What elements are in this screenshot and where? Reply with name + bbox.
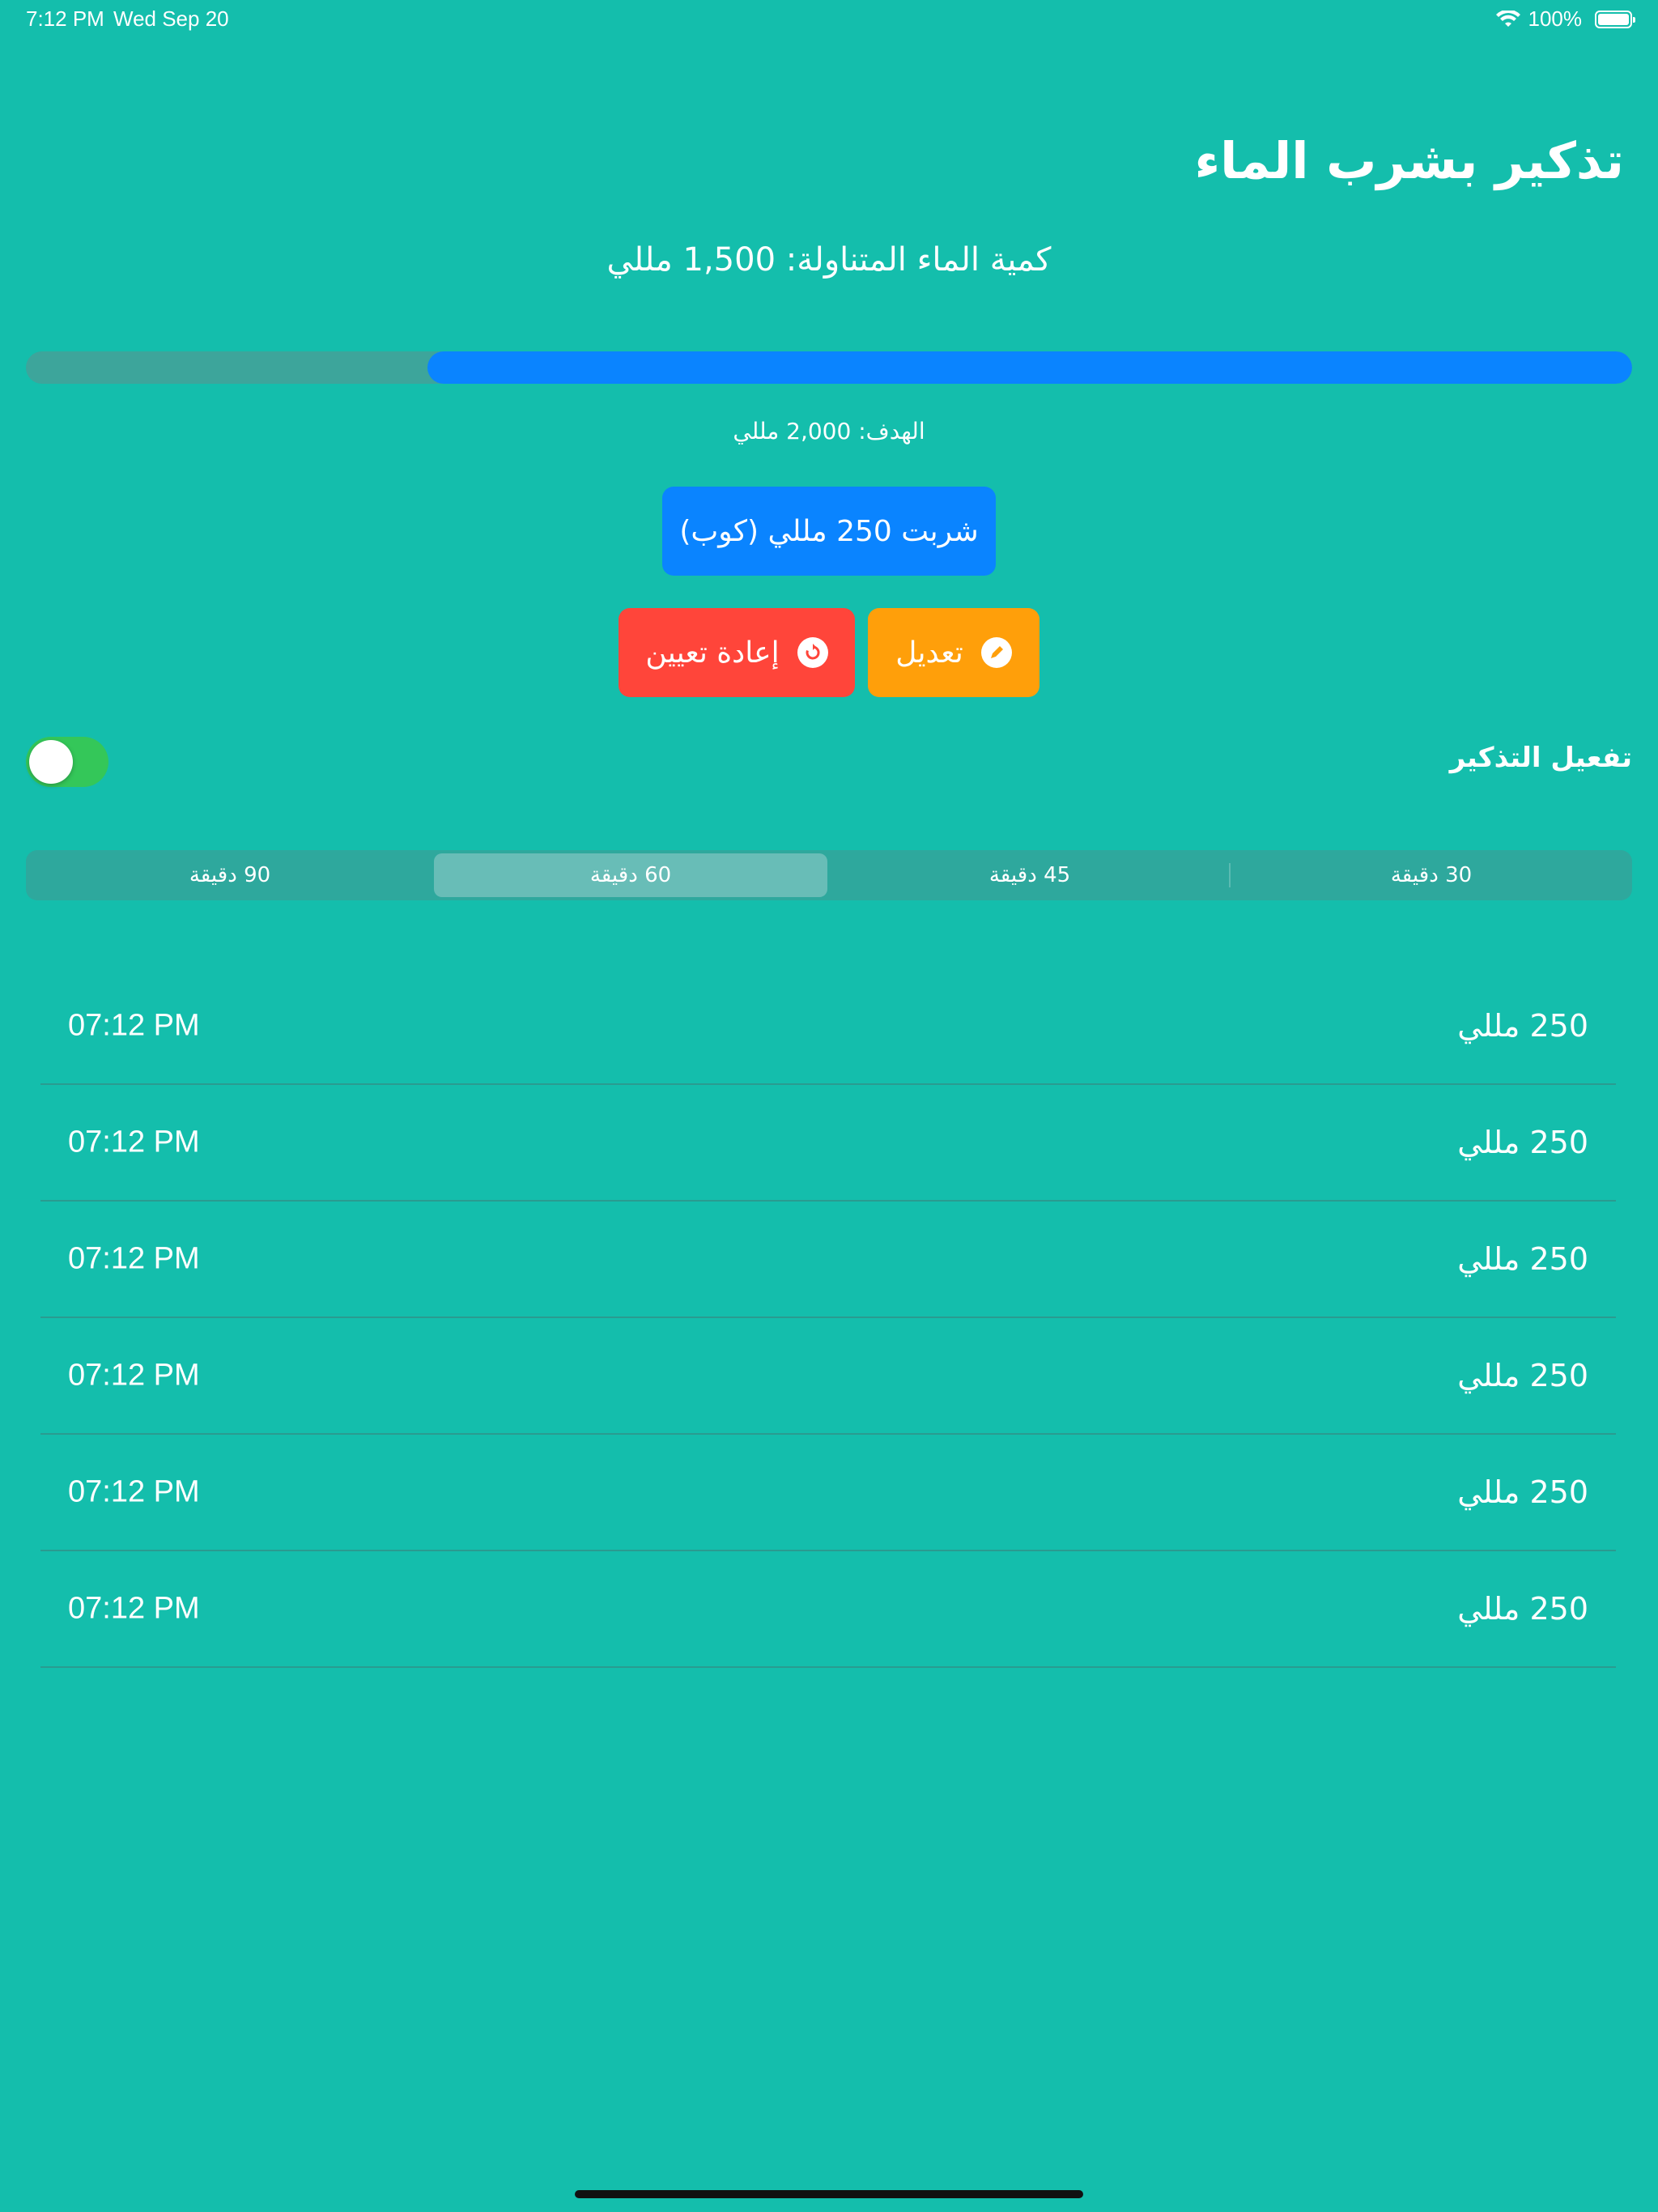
list-item: 250 مللي 07:12 PM [40, 1435, 1616, 1551]
list-item: 250 مللي 07:12 PM [40, 1085, 1616, 1202]
row-time: 07:12 PM [68, 1358, 200, 1393]
row-amount: 250 مللي [1457, 1358, 1588, 1393]
battery-percent: 100% [1528, 6, 1583, 31]
row-time: 07:12 PM [68, 1241, 200, 1276]
segment-divider [1229, 863, 1231, 887]
intake-progress-bar [26, 351, 1632, 384]
wifi-icon [1495, 10, 1520, 27]
intake-amount: كمية الماء المتناولة: 1,500 مللي [606, 241, 1052, 279]
reset-icon [797, 637, 828, 668]
home-indicator[interactable] [575, 2190, 1083, 2198]
status-date: Wed Sep 20 [113, 6, 229, 31]
row-time: 07:12 PM [68, 1008, 200, 1043]
row-amount: 250 مللي [1457, 1591, 1588, 1627]
status-time: 7:12 PM [26, 6, 104, 31]
list-item: 250 مللي 07:12 PM [40, 968, 1616, 1085]
row-amount: 250 مللي [1457, 1474, 1588, 1510]
reset-button[interactable]: إعادة تعيين [619, 608, 855, 697]
row-time: 07:12 PM [68, 1125, 200, 1159]
status-indicators: 100% [1495, 6, 1635, 32]
status-bar: 7:12 PM Wed Sep 20 100% [0, 0, 1658, 39]
list-item: 250 مللي 07:12 PM [40, 1551, 1616, 1668]
goal-label: الهدف: 2,000 مللي [733, 418, 925, 445]
intake-history-list: 250 مللي 07:12 PM 250 مللي 07:12 PM 250 … [40, 968, 1616, 1668]
page-title: تذكير بشرب الماء [1194, 131, 1624, 190]
reminder-toggle[interactable] [26, 737, 108, 787]
row-amount: 250 مللي [1457, 1125, 1588, 1160]
toggle-knob [29, 740, 73, 784]
row-amount: 250 مللي [1457, 1241, 1588, 1277]
row-time: 07:12 PM [68, 1591, 200, 1626]
segment-60-min[interactable]: 60 دقيقة [434, 853, 827, 897]
list-item: 250 مللي 07:12 PM [40, 1318, 1616, 1435]
reminder-toggle-label: تفعيل التذكير [1449, 742, 1632, 774]
reset-button-label: إعادة تعيين [645, 636, 780, 670]
pencil-icon [980, 637, 1012, 668]
row-time: 07:12 PM [68, 1474, 200, 1509]
drink-cup-button[interactable]: شربت 250 مللي (كوب) [662, 487, 996, 576]
edit-button-label: تعديل [895, 636, 963, 670]
segment-90-min[interactable]: 90 دقيقة [29, 853, 431, 897]
row-amount: 250 مللي [1457, 1008, 1588, 1044]
interval-segmented-control: 30 دقيقة 45 دقيقة 60 دقيقة 90 دقيقة [26, 850, 1632, 900]
edit-button[interactable]: تعديل [868, 608, 1039, 697]
list-item: 250 مللي 07:12 PM [40, 1202, 1616, 1318]
progress-fill [427, 351, 1632, 384]
segment-45-min[interactable]: 45 دقيقة [831, 853, 1229, 897]
segment-30-min[interactable]: 30 دقيقة [1234, 853, 1629, 897]
battery-icon [1595, 10, 1635, 28]
